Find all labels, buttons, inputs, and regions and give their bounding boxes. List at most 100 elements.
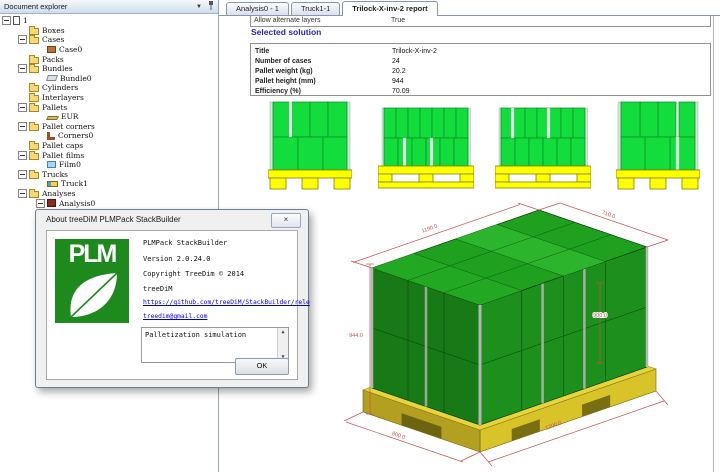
about-dialog: About treeDiM PLMPack StackBuilder × PLM… xyxy=(35,209,309,388)
tree-item-analyses[interactable]: Analyses xyxy=(0,189,218,199)
tree-item-trucks[interactable]: Trucks xyxy=(0,170,218,180)
tree-item-film0[interactable]: Film0 xyxy=(0,160,218,170)
tree-item-pallet-caps[interactable]: Pallet caps xyxy=(0,141,218,151)
pallet-3d-view: 1190.0 710.0 944.0 900.0 800.0 1200.0 xyxy=(330,200,720,472)
solution-row-label: Number of cases xyxy=(251,58,392,65)
tree-item-truck1[interactable]: Truck1 xyxy=(0,179,218,189)
dim-label-710: 710.0 xyxy=(601,210,616,220)
pallet-view-front xyxy=(268,100,352,194)
solution-row-number-of-cases: Number of cases24 xyxy=(251,56,710,66)
close-icon[interactable]: × xyxy=(271,213,301,228)
copyright-line: Copyright TreeDim © 2014 xyxy=(143,270,244,278)
tree-item-label: Pallet corners xyxy=(42,122,95,131)
pin-icon[interactable] xyxy=(208,1,214,12)
tree-item-label: Pallet films xyxy=(42,151,84,160)
collapse-toggle-icon[interactable] xyxy=(18,35,27,44)
collapse-toggle-icon[interactable] xyxy=(36,199,45,208)
solution-row-pallet-height-mm: Pallet height (mm)944 xyxy=(251,76,710,86)
tree-item-label: Bundles xyxy=(42,64,73,73)
tree-item-label: Analysis0 xyxy=(59,199,95,208)
plm-logo-text: PLM xyxy=(55,240,129,269)
analysis-icon xyxy=(47,199,56,207)
tree-item-label: Cases xyxy=(42,35,64,44)
folder-icon xyxy=(29,105,39,112)
tree-item-packs[interactable]: Packs xyxy=(0,54,218,64)
solution-row-value: 70.09 xyxy=(392,88,710,95)
folder-icon xyxy=(29,37,39,44)
solution-row-label: Title xyxy=(251,48,392,55)
company-line: treeDiM xyxy=(143,285,173,293)
tree-item-corners0[interactable]: Corners0 xyxy=(0,131,218,141)
solution-row-value: 20.2 xyxy=(392,68,710,75)
pallet-icon xyxy=(46,116,59,120)
tree-item-cases[interactable]: Cases xyxy=(0,35,218,45)
github-link[interactable]: https://github.com/treeDiM/StackBuilder/… xyxy=(143,299,310,306)
pallet-view-back xyxy=(495,100,591,194)
description-scrollbar[interactable]: ▲ ▼ xyxy=(277,328,288,362)
folder-icon xyxy=(29,66,39,73)
tree-item-bundles[interactable]: Bundles xyxy=(0,64,218,74)
app-name-line: PLMPack StackBuilder xyxy=(143,239,227,247)
folder-icon xyxy=(29,172,39,179)
tree-item-bundle0[interactable]: Bundle0 xyxy=(0,74,218,84)
tree-item-pallet-corners[interactable]: Pallet corners xyxy=(0,122,218,132)
collapse-toggle-icon[interactable] xyxy=(2,16,11,25)
tree-item-label: EUR xyxy=(61,112,78,121)
tree-item-cylinders[interactable]: Cylinders xyxy=(0,83,218,93)
tree-item-label: Cylinders xyxy=(42,83,78,92)
film-icon xyxy=(47,161,56,168)
collapse-toggle-icon[interactable] xyxy=(18,189,27,198)
tab-bar: Analysis0 - 1Truck1-1Trilock-X-inv-2 rep… xyxy=(219,0,720,16)
collapse-toggle-icon[interactable] xyxy=(18,103,27,112)
tree-item-label: Interlayers xyxy=(42,93,84,102)
folder-icon xyxy=(29,57,39,64)
scroll-up-icon[interactable]: ▲ xyxy=(278,330,288,335)
collapse-toggle-icon[interactable] xyxy=(18,170,27,179)
tree-item-pallets[interactable]: Pallets xyxy=(0,102,218,112)
solution-row-label: Pallet weight (kg) xyxy=(251,68,392,75)
case-icon xyxy=(47,46,56,53)
tree-item-label: Boxes xyxy=(42,26,65,35)
tab-analysis0-1[interactable]: Analysis0 - 1 xyxy=(226,2,289,15)
version-line: Version 2.0.24.0 xyxy=(143,255,210,263)
email-link[interactable]: treedim@gmail.com xyxy=(143,313,207,320)
description-text: Palletization simulation xyxy=(145,331,246,339)
solution-row-label: Pallet height (mm) xyxy=(251,78,392,85)
folder-icon xyxy=(29,191,39,198)
dim-label-900: 900.0 xyxy=(593,313,607,319)
tree-item-interlayers[interactable]: Interlayers xyxy=(0,93,218,103)
corner-icon xyxy=(47,132,55,140)
tree-item-label: Trucks xyxy=(42,170,68,179)
folder-icon xyxy=(29,85,39,92)
bundle-icon xyxy=(46,75,58,81)
tree-item-label: 1 xyxy=(23,16,28,25)
solution-row-value: 24 xyxy=(392,58,710,65)
tab-truck1-1[interactable]: Truck1-1 xyxy=(291,2,340,15)
tree-item-label: Corners0 xyxy=(58,131,93,140)
folder-icon xyxy=(29,28,39,35)
partial-row-label: Allow alternate layers xyxy=(254,16,321,27)
tree-item-label: Packs xyxy=(42,55,64,64)
tree-item-label: Pallets xyxy=(42,103,67,112)
collapse-toggle-icon[interactable] xyxy=(18,122,27,131)
solution-row-title: TitleTrilock-X-inv-2 xyxy=(251,46,710,56)
panel-menu-icon[interactable]: ▼ xyxy=(196,4,202,10)
collapse-toggle-icon[interactable] xyxy=(18,64,27,73)
dim-label-944: 944.0 xyxy=(349,333,363,339)
collapse-toggle-icon[interactable] xyxy=(18,151,27,160)
pallet-view-right xyxy=(378,100,474,194)
tab-trilock-x-inv-2-report[interactable]: Trilock-X-inv-2 report xyxy=(342,1,437,16)
tree-item-label: Truck1 xyxy=(61,179,88,188)
tree-item-eur[interactable]: EUR xyxy=(0,112,218,122)
partial-row-value: True xyxy=(391,16,405,27)
tree-item-pallet-films[interactable]: Pallet films xyxy=(0,150,218,160)
plm-logo: PLM xyxy=(55,239,129,323)
tree-item-analysis0[interactable]: Analysis0 xyxy=(0,198,218,208)
tree-item-1[interactable]: 1 xyxy=(0,16,218,26)
tree-item-boxes[interactable]: Boxes xyxy=(0,26,218,36)
explorer-header: Document explorer ▼ xyxy=(0,0,218,14)
tree-item-case0[interactable]: Case0 xyxy=(0,45,218,55)
dialog-title: About treeDiM PLMPack StackBuilder xyxy=(46,212,181,228)
solution-row-label: Efficiency (%) xyxy=(251,88,392,95)
ok-button[interactable]: OK xyxy=(235,358,289,375)
